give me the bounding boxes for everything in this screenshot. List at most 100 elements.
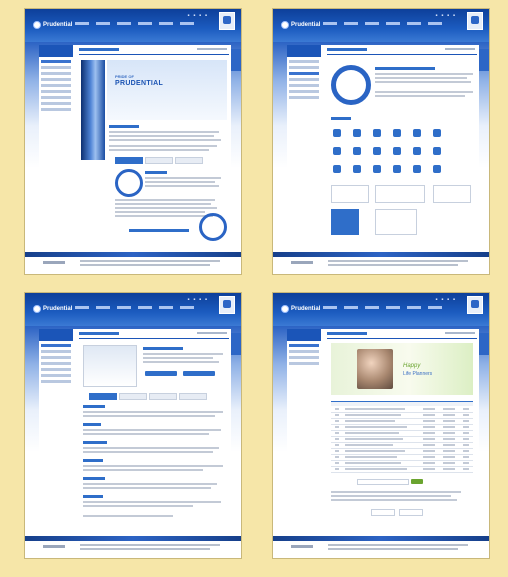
product-button[interactable] (183, 371, 215, 376)
side-badge-icon[interactable] (219, 296, 235, 314)
left-nav-item[interactable] (41, 60, 71, 63)
logo[interactable]: Prudential (33, 21, 72, 29)
tab[interactable] (89, 393, 117, 400)
gnb-item[interactable] (159, 22, 173, 25)
action-button[interactable] (399, 509, 423, 516)
logo[interactable]: Prudential (281, 305, 320, 313)
top-header: Prudential ■ ■ ■ ■ (273, 293, 489, 326)
text-line (375, 81, 471, 83)
gnb-item[interactable] (96, 306, 110, 309)
left-nav (287, 329, 321, 368)
left-nav-item[interactable] (41, 344, 71, 347)
tab[interactable] (145, 157, 173, 164)
search-button[interactable] (411, 479, 423, 484)
side-badge-icon[interactable] (467, 12, 483, 30)
tab[interactable] (175, 157, 203, 164)
gnb-item[interactable] (117, 22, 131, 25)
section-heading (83, 459, 103, 462)
ci-symbol-icon (353, 129, 361, 137)
gnb-item[interactable] (407, 306, 421, 309)
side-badge-icon[interactable] (219, 12, 235, 30)
left-nav-item[interactable] (289, 96, 319, 99)
gnb-item[interactable] (344, 22, 358, 25)
text-line (145, 185, 219, 187)
gnb-item[interactable] (75, 22, 89, 25)
left-nav-item[interactable] (41, 90, 71, 93)
gnb-item[interactable] (180, 306, 194, 309)
left-nav-item[interactable] (289, 90, 319, 93)
gnb-item[interactable] (180, 22, 194, 25)
side-badge-icon[interactable] (467, 296, 483, 314)
text-line (143, 353, 223, 355)
left-nav-item[interactable] (289, 72, 319, 75)
gnb-item[interactable] (365, 22, 379, 25)
text-line (83, 429, 221, 431)
banner-small-text: PRIDE OF (115, 74, 134, 79)
left-nav-item[interactable] (41, 350, 71, 353)
left-nav-item[interactable] (41, 362, 71, 365)
table-row[interactable] (331, 467, 473, 473)
left-nav-item[interactable] (289, 84, 319, 87)
left-nav-item[interactable] (41, 356, 71, 359)
ci-symbol-icon (393, 165, 401, 173)
quick-menu[interactable] (479, 333, 489, 355)
left-nav-item[interactable] (41, 108, 71, 111)
left-nav-item[interactable] (41, 96, 71, 99)
gnb-item[interactable] (365, 306, 379, 309)
text-line (83, 415, 215, 417)
left-nav-item[interactable] (41, 72, 71, 75)
left-nav-item[interactable] (41, 374, 71, 377)
gnb-item[interactable] (117, 306, 131, 309)
footer-band (273, 536, 489, 541)
gnb-item[interactable] (386, 22, 400, 25)
text-line (109, 135, 214, 137)
left-nav-item[interactable] (41, 78, 71, 81)
ci-heading (375, 67, 435, 70)
gnb-item[interactable] (407, 22, 421, 25)
tab[interactable] (149, 393, 177, 400)
page-thumbnail-product: Prudential ■ ■ ■ ■ (25, 293, 241, 558)
tab[interactable] (119, 393, 147, 400)
left-nav-item[interactable] (289, 344, 319, 347)
tab-bar (89, 393, 207, 400)
ci-symbol-icon (393, 129, 401, 137)
quick-menu[interactable] (231, 333, 241, 355)
product-button[interactable] (145, 371, 177, 376)
util-links: ■ ■ ■ ■ (187, 13, 207, 17)
left-nav-item[interactable] (289, 66, 319, 69)
left-nav-item[interactable] (289, 60, 319, 63)
logo-mark-icon (281, 305, 289, 313)
gnb-item[interactable] (323, 22, 337, 25)
tab[interactable] (115, 157, 143, 164)
search-input[interactable] (357, 479, 409, 485)
left-nav-item[interactable] (289, 350, 319, 353)
tab[interactable] (179, 393, 207, 400)
left-nav-item[interactable] (41, 66, 71, 69)
quick-menu[interactable] (231, 49, 241, 71)
gnb-item[interactable] (344, 306, 358, 309)
action-button[interactable] (371, 509, 395, 516)
gnb-item[interactable] (138, 306, 152, 309)
gnb-item[interactable] (138, 22, 152, 25)
gnb-item[interactable] (428, 22, 442, 25)
gnb-item[interactable] (96, 22, 110, 25)
gnb-item[interactable] (323, 306, 337, 309)
quick-menu[interactable] (479, 49, 489, 71)
left-nav-item[interactable] (289, 78, 319, 81)
gnb-item[interactable] (428, 306, 442, 309)
gnb-item[interactable] (75, 306, 89, 309)
gnb-item[interactable] (159, 306, 173, 309)
left-nav-item[interactable] (41, 102, 71, 105)
logo[interactable]: Prudential (33, 305, 72, 313)
left-nav-item[interactable] (41, 368, 71, 371)
text-line (331, 495, 451, 497)
left-nav-item[interactable] (41, 84, 71, 87)
ci-symbol-icon (413, 129, 421, 137)
left-nav-item[interactable] (289, 362, 319, 365)
ci-symbol-icon (373, 129, 381, 137)
logo[interactable]: Prudential (281, 21, 320, 29)
gnb-item[interactable] (386, 306, 400, 309)
left-nav-item[interactable] (41, 380, 71, 383)
left-nav (287, 45, 321, 102)
left-nav-item[interactable] (289, 356, 319, 359)
